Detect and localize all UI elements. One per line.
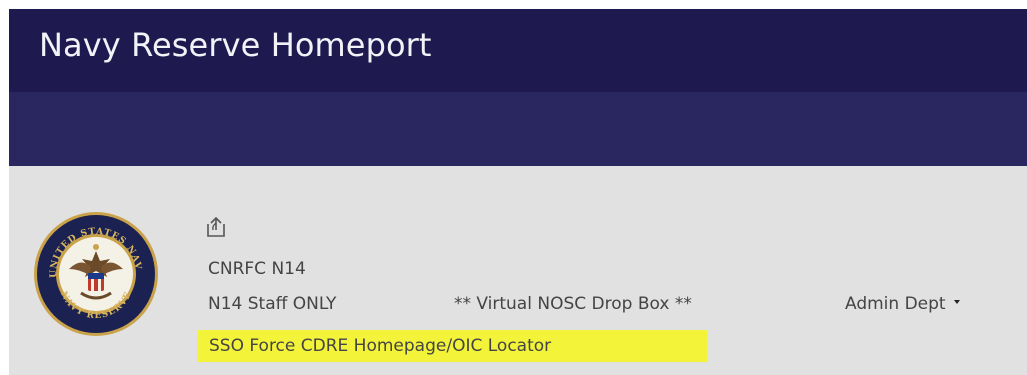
nav-item-virtual-nosc-drop-box[interactable]: ** Virtual NOSC Drop Box ** <box>454 294 692 314</box>
sub-navigation-bar <box>9 92 1027 166</box>
nav-item-label: ** Virtual NOSC Drop Box ** <box>454 294 692 314</box>
suite-bar-title[interactable]: Navy Reserve Homeport <box>39 26 432 64</box>
nav-item-n14-staff-only[interactable]: N14 Staff ONLY <box>208 294 336 314</box>
nav-item-sso-force-cdre-homepage[interactable]: SSO Force CDRE Homepage/OIC Locator <box>198 330 707 362</box>
navy-reserve-seal-icon[interactable]: UNITED STATES NAVY NAVY RESERVE <box>33 211 159 337</box>
suite-bar: Navy Reserve Homeport <box>9 9 1027 92</box>
nav-item-label: N14 Staff ONLY <box>208 294 337 314</box>
caret-down-icon <box>953 300 960 304</box>
nav-item-admin-dept[interactable]: Admin Dept <box>845 294 960 314</box>
site-title[interactable]: CNRFC N14 <box>208 259 306 279</box>
share-icon[interactable] <box>205 215 227 239</box>
nav-item-label: Admin Dept <box>845 294 946 314</box>
nav-item-label: SSO Force CDRE Homepage/OIC Locator <box>209 336 552 356</box>
